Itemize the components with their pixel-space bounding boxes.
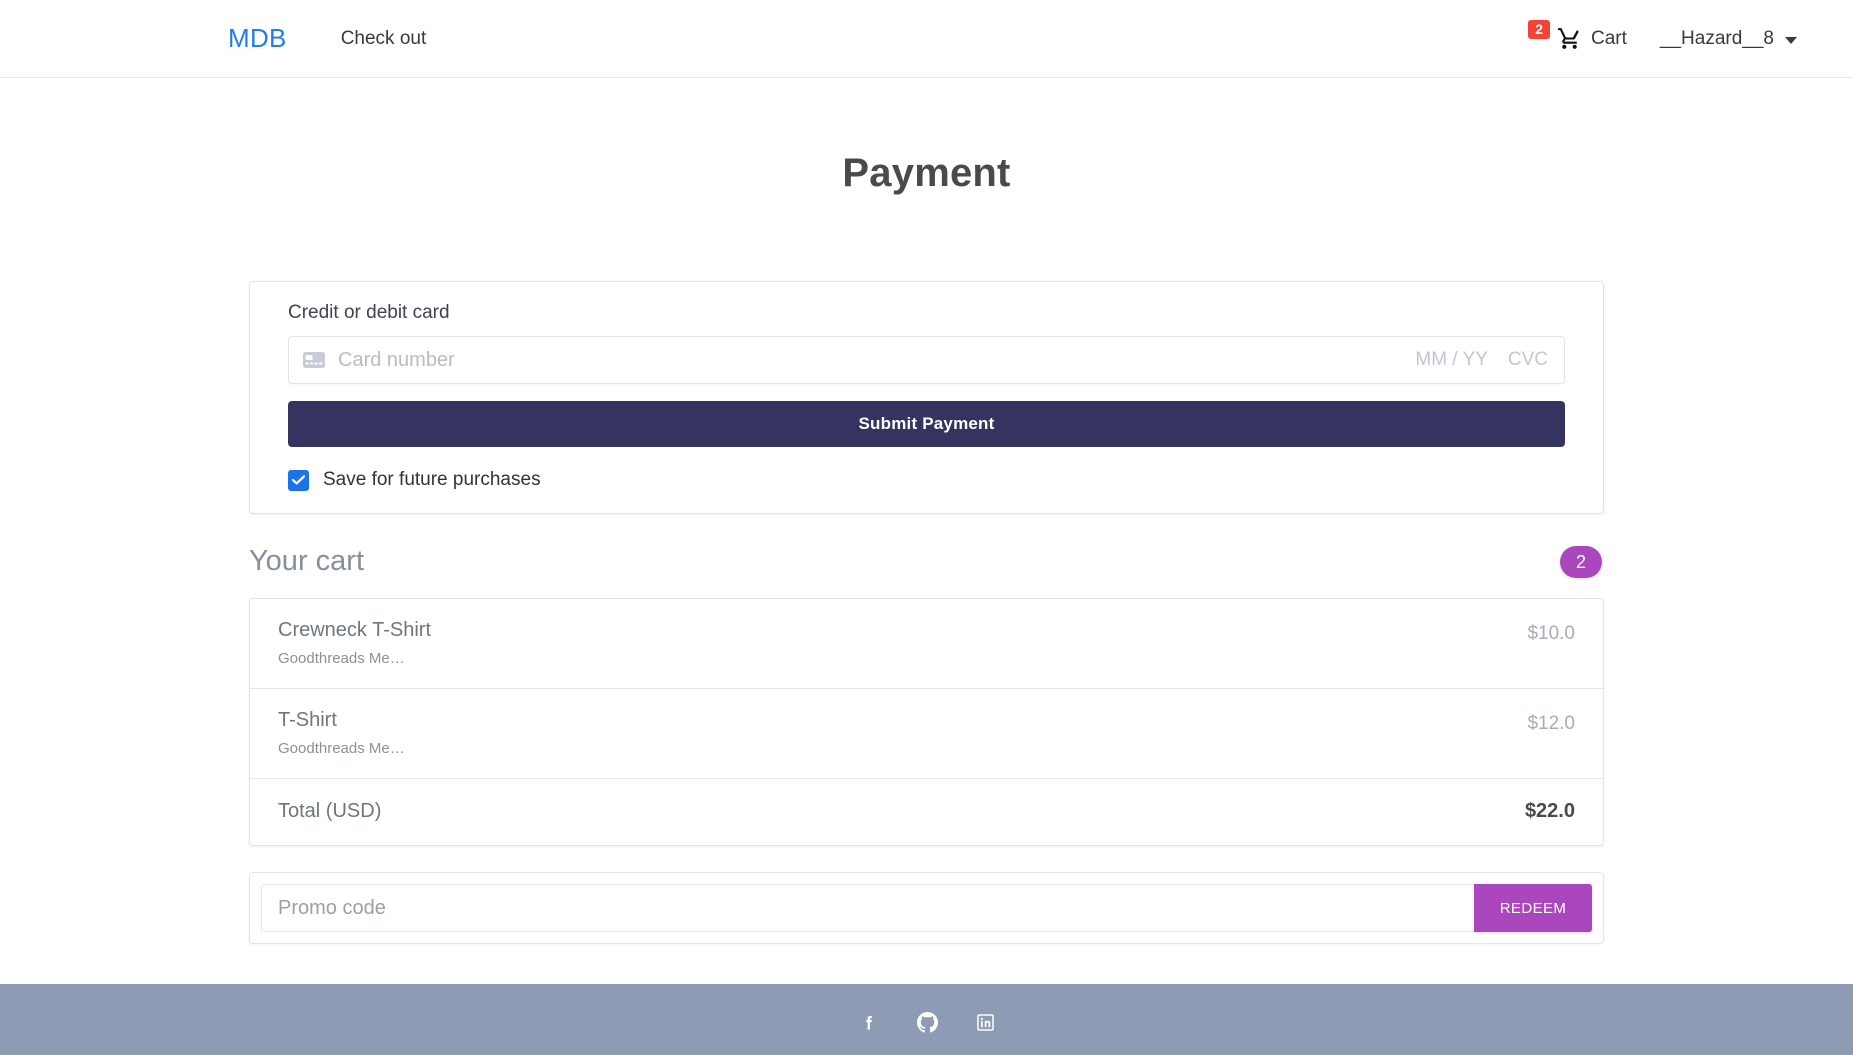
navbar-right: 2 Cart __Hazard__8 [1528,20,1797,51]
user-menu[interactable]: __Hazard__8 [1660,28,1797,50]
cart-item-name: Crewneck T-Shirt [278,619,432,641]
credit-card-icon [303,352,325,368]
cart-item-description: Goodthreads Me… [278,650,405,667]
page-title: Payment [842,151,1011,195]
save-for-future-label: Save for future purchases [323,469,541,490]
cart-total-label: Total (USD) [278,800,382,822]
card-expiry-placeholder[interactable]: MM / YY [1415,349,1488,371]
cart-item-price: $10.0 [1527,623,1575,644]
submit-payment-button[interactable]: Submit Payment [288,401,1565,447]
cart-total-value: $22.0 [1524,800,1575,822]
redeem-button[interactable]: REDEEM [1474,884,1592,932]
cart-item-info: T-Shirt Goodthreads Me… [278,709,405,757]
cart-section-title: Your cart [249,545,364,577]
navbar: MDB Check out 2 Cart __Hazard__8 [0,0,1853,78]
card-cvc-placeholder[interactable]: CVC [1508,349,1548,371]
footer-social-bar [0,984,1853,1055]
table-row[interactable]: T-Shirt Goodthreads Me… $12.0 [250,689,1603,779]
promo-code-input[interactable] [261,884,1474,932]
facebook-icon[interactable] [859,1013,879,1033]
promo-panel: REDEEM [249,872,1604,944]
page-body: Payment Credit or debit card Card number [0,78,1853,1055]
navbar-left: MDB Check out [228,23,426,54]
save-card-row: Save for future purchases [288,469,1565,491]
linkedin-icon[interactable] [976,1013,995,1032]
cart-header: Your cart 2 [249,545,1604,578]
username-label: __Hazard__8 [1659,27,1774,49]
card-extra-fields: MM / YY CVC [1415,349,1548,371]
table-row[interactable]: Crewneck T-Shirt Goodthreads Me… $10.0 [250,599,1603,689]
cart-item-name: T-Shirt [278,709,337,731]
card-number-input[interactable]: Card number MM / YY CVC [288,336,1565,384]
credit-card-section-label: Credit or debit card [288,302,450,323]
cart-count-badge: 2 [1528,20,1550,39]
cart-items-count-badge: 2 [1559,545,1602,578]
card-number-placeholder: Card number [338,348,455,371]
cart-total-row: Total (USD) $22.0 [250,779,1603,845]
cart-list: Crewneck T-Shirt Goodthreads Me… $10.0 T… [249,598,1604,846]
brand-logo[interactable]: MDB [228,23,287,54]
nav-item-checkout[interactable]: Check out [341,28,427,50]
cart-item-info: Crewneck T-Shirt Goodthreads Me… [278,619,431,667]
main-container: Credit or debit card Card number MM / YY [249,196,1604,944]
check-icon [292,475,305,485]
chevron-down-icon [1785,37,1797,44]
shopping-cart-icon [1557,26,1582,51]
github-icon[interactable] [916,1012,938,1033]
cart-label: Cart [1591,27,1627,49]
cart-button[interactable]: 2 Cart [1528,20,1627,51]
cart-item-price: $12.0 [1527,713,1575,734]
cart-item-description: Goodthreads Me… [278,740,405,757]
save-for-future-checkbox[interactable] [288,469,309,491]
payment-card-panel: Credit or debit card Card number MM / YY [249,281,1604,514]
